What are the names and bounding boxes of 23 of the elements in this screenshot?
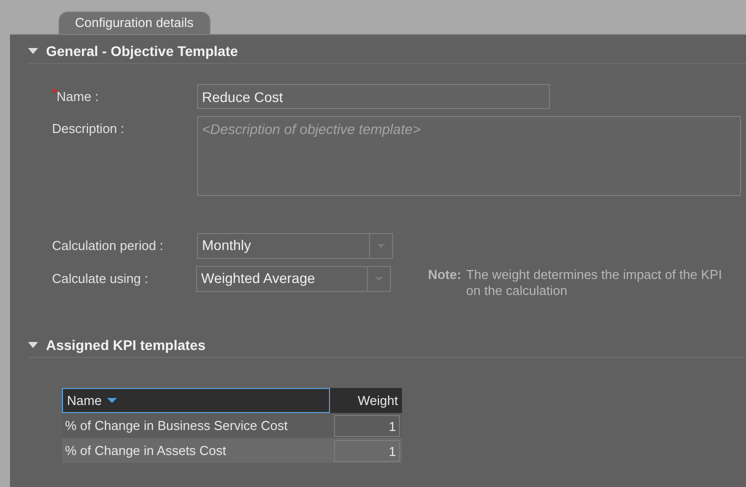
section-title: General - Objective Template bbox=[46, 43, 238, 59]
dropdown[interactable]: Monthly bbox=[197, 233, 393, 259]
note-text: The weight determines the impact of the KPI on the calculation bbox=[466, 267, 723, 299]
table-cell-text: % of Change in Assets Cost bbox=[64, 442, 228, 460]
table-cell-text: % of Change in Business Service Cost bbox=[64, 417, 289, 435]
section-title: Assigned KPI templates bbox=[46, 337, 206, 353]
collapse-arrow-icon[interactable] bbox=[28, 340, 38, 350]
tab[interactable]: Configuration details bbox=[58, 11, 211, 34]
dropdown[interactable]: Weighted Average bbox=[196, 266, 391, 292]
field-label: Calculate using : bbox=[52, 270, 150, 286]
description-field[interactable]: <Description of objective template> bbox=[197, 116, 741, 196]
required-mark: * bbox=[52, 86, 57, 100]
sort-arrow-icon bbox=[106, 398, 117, 404]
weight-field[interactable]: 1 bbox=[334, 415, 400, 437]
field-label: Name : bbox=[56, 89, 99, 104]
column-header[interactable]: Name bbox=[62, 388, 330, 413]
collapse-arrow-icon[interactable] bbox=[28, 46, 38, 56]
column-header[interactable]: Weight bbox=[330, 388, 402, 413]
field-label: Description : bbox=[52, 120, 126, 136]
weight-field[interactable]: 1 bbox=[334, 440, 400, 462]
field-label: Calculation period : bbox=[52, 237, 164, 253]
note-label: Note: bbox=[428, 267, 462, 284]
name-field[interactable]: Reduce Cost bbox=[197, 84, 550, 109]
